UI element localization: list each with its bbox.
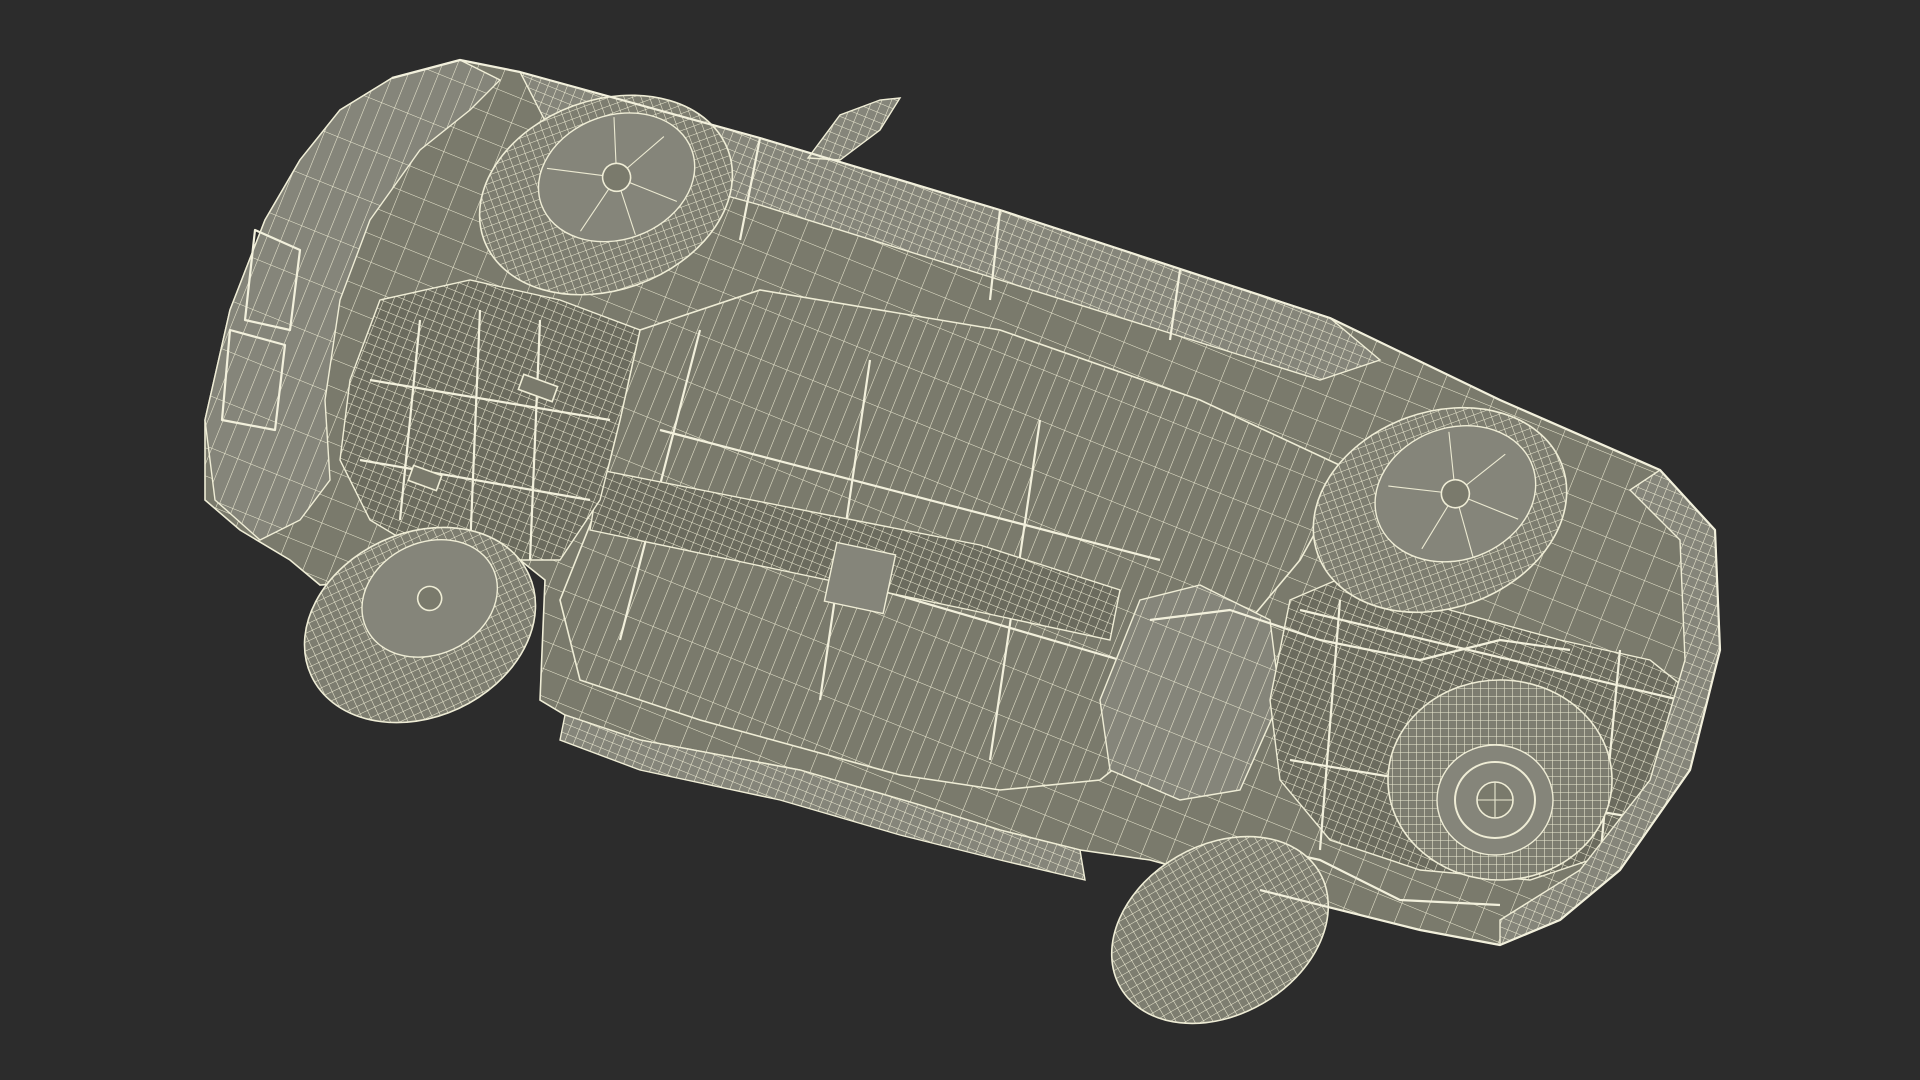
spare-wheel [1387,679,1613,881]
side-mirror [806,97,902,161]
car-wireframe-render [204,58,1722,1025]
render-viewport [0,0,1920,1080]
